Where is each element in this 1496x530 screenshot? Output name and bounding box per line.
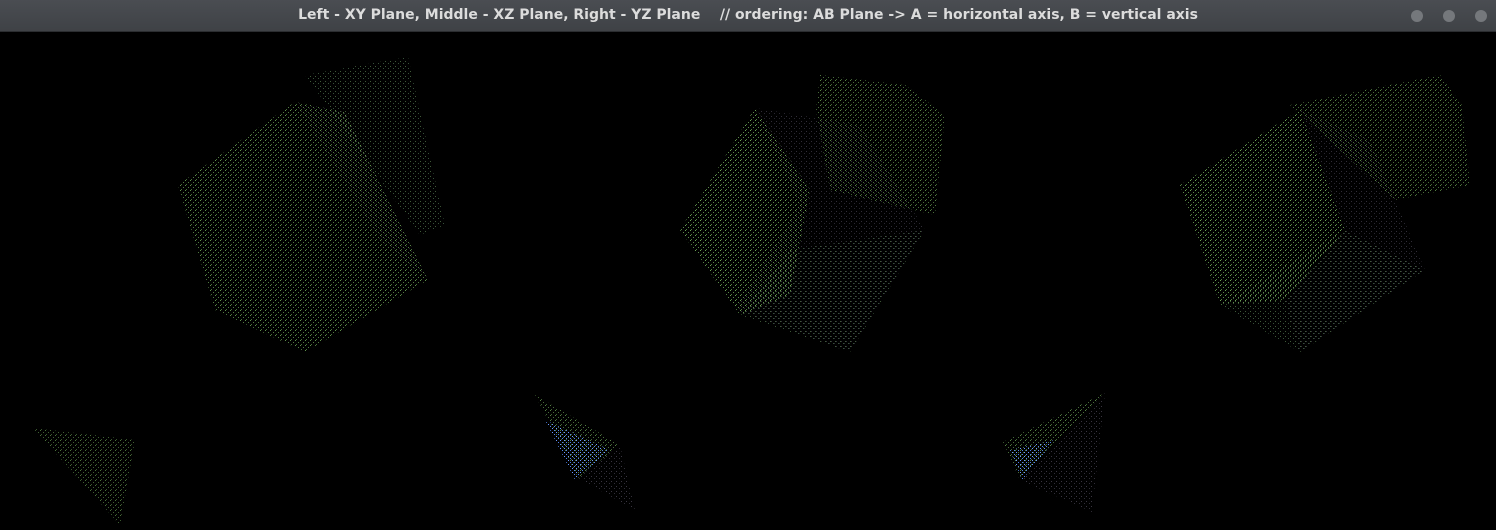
close-button[interactable]: [1475, 10, 1487, 22]
point-cloud-canvas: [33, 57, 1470, 525]
maximize-button[interactable]: [1443, 10, 1455, 22]
xy-plane-view: [33, 57, 445, 525]
window-title: Left - XY Plane, Middle - XZ Plane, Righ…: [298, 7, 1198, 23]
tetrahedron: [33, 428, 135, 525]
yz-plane-view: [1003, 75, 1470, 512]
app-window: Left - XY Plane, Middle - XZ Plane, Righ…: [0, 0, 1496, 530]
xz-plane-view: [535, 75, 945, 510]
title-bar[interactable]: Left - XY Plane, Middle - XZ Plane, Righ…: [0, 0, 1496, 32]
minimize-button[interactable]: [1411, 10, 1423, 22]
